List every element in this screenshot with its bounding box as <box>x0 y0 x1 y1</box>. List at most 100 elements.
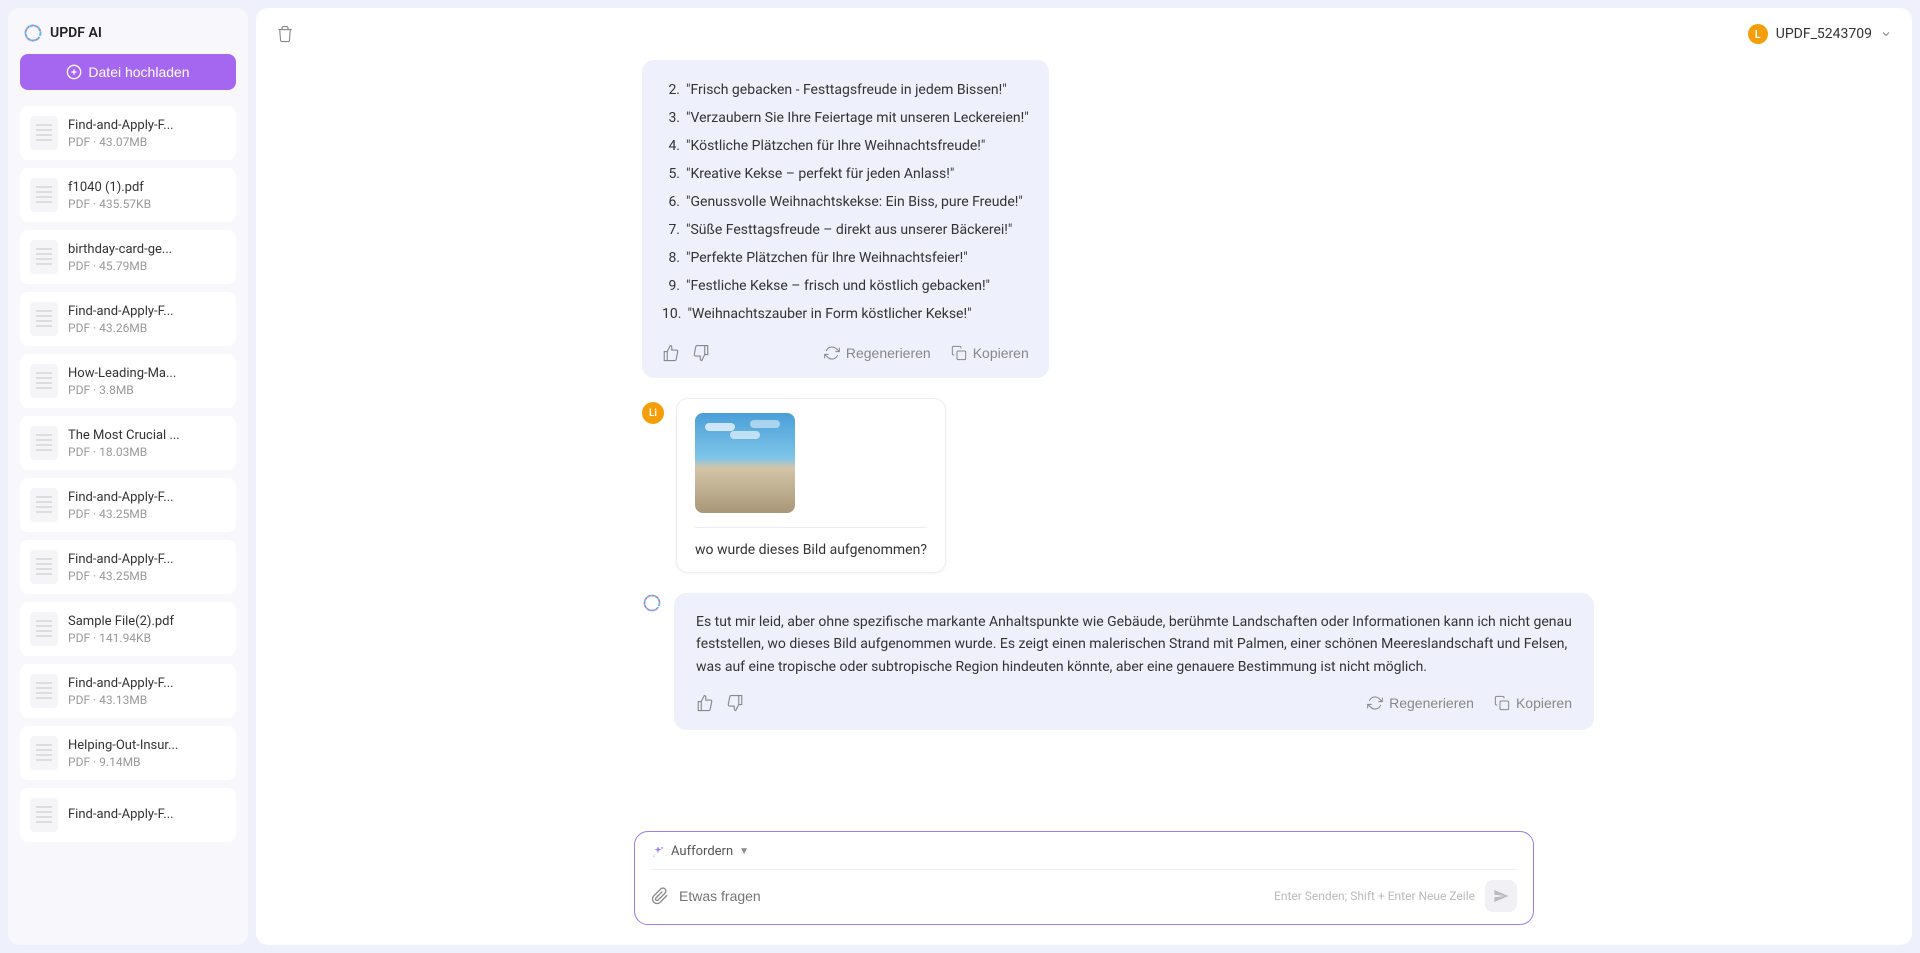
upload-icon <box>66 64 82 80</box>
list-item: 4."Köstliche Plätzchen für Ihre Weihnach… <box>662 132 1029 160</box>
list-item: 7."Süße Festtagsfreude – direkt aus unse… <box>662 216 1029 244</box>
sidebar: UPDF AI Datei hochladen Find-and-Apply-F… <box>8 8 248 945</box>
copy-button[interactable]: Kopieren <box>1494 695 1572 711</box>
thumbs-down-button[interactable] <box>692 344 710 362</box>
copy-icon <box>1494 695 1510 711</box>
upload-button[interactable]: Datei hochladen <box>20 54 236 90</box>
chevron-down-icon <box>1880 28 1892 40</box>
thumbs-down-button[interactable] <box>726 694 744 712</box>
bot-message: 2."Frisch gebacken - Festtagsfreude in j… <box>642 60 1892 378</box>
uploaded-image[interactable] <box>695 413 795 513</box>
copy-icon <box>951 345 967 361</box>
file-name: Find-and-Apply-F... <box>68 807 226 822</box>
regenerate-button[interactable]: Regenerieren <box>1367 695 1474 711</box>
file-item[interactable]: f1040 (1).pdf PDF · 435.57KB <box>20 168 236 222</box>
file-item[interactable]: birthday-card-ge... PDF · 45.79MB <box>20 230 236 284</box>
file-item[interactable]: Find-and-Apply-F... PDF · 43.25MB <box>20 540 236 594</box>
file-item[interactable]: Find-and-Apply-F... PDF · 43.26MB <box>20 292 236 346</box>
file-name: Find-and-Apply-F... <box>68 490 226 505</box>
thumbs-up-button[interactable] <box>696 694 714 712</box>
copy-button[interactable]: Kopieren <box>951 345 1029 361</box>
file-name: Helping-Out-Insur... <box>68 738 226 753</box>
sidebar-title: UPDF AI <box>50 25 102 41</box>
file-item[interactable]: Sample File(2).pdf PDF · 141.94KB <box>20 602 236 656</box>
file-size: PDF · 9.14MB <box>68 755 226 769</box>
regenerate-button[interactable]: Regenerieren <box>824 345 931 361</box>
bot-text: Es tut mir leid, aber ohne spezifische m… <box>696 611 1572 678</box>
pdf-icon <box>30 116 58 150</box>
updf-logo-icon <box>24 24 42 42</box>
pdf-icon <box>30 736 58 770</box>
user-message-avatar: Li <box>642 402 664 424</box>
user-bubble: wo wurde dieses Bild aufgenommen? <box>676 398 946 573</box>
user-avatar: L <box>1748 24 1768 44</box>
file-item[interactable]: Find-and-Apply-F... PDF · 43.07MB <box>20 106 236 160</box>
file-size: PDF · 141.94KB <box>68 631 226 645</box>
list-item: 9."Festliche Kekse – frisch und köstlich… <box>662 272 1029 300</box>
dropdown-icon: ▼ <box>739 846 749 857</box>
pdf-icon <box>30 426 58 460</box>
file-size: PDF · 43.25MB <box>68 507 226 521</box>
pdf-icon <box>30 302 58 336</box>
divider <box>695 527 927 528</box>
prompt-selector[interactable]: Auffordern ▼ <box>651 844 1517 870</box>
file-item[interactable]: How-Leading-Ma... PDF · 3.8MB <box>20 354 236 408</box>
upload-label: Datei hochladen <box>88 64 189 80</box>
list-item: 6."Genussvolle Weihnachtskekse: Ein Biss… <box>662 188 1029 216</box>
file-name: Find-and-Apply-F... <box>68 304 226 319</box>
input-area: Auffordern ▼ Enter Senden; Shift + Enter… <box>256 831 1912 945</box>
thumbs-down-icon <box>726 694 744 712</box>
send-icon <box>1493 888 1509 904</box>
trash-icon[interactable] <box>276 25 294 43</box>
message-actions: Regenerieren Kopieren <box>696 694 1572 712</box>
list-item: 5."Kreative Kekse – perfekt für jeden An… <box>662 160 1029 188</box>
file-item[interactable]: Find-and-Apply-F... PDF · 43.25MB <box>20 478 236 532</box>
message-input[interactable] <box>679 888 1264 904</box>
file-name: Sample File(2).pdf <box>68 614 226 629</box>
regenerate-icon <box>824 345 840 361</box>
file-name: birthday-card-ge... <box>68 242 226 257</box>
file-size: PDF · 435.57KB <box>68 197 226 211</box>
send-button[interactable] <box>1485 880 1517 912</box>
pdf-icon <box>30 178 58 212</box>
username: UPDF_5243709 <box>1776 26 1872 42</box>
chat-area: 2."Frisch gebacken - Festtagsfreude in j… <box>256 60 1912 831</box>
file-size: PDF · 3.8MB <box>68 383 226 397</box>
message-actions: Regenerieren Kopieren <box>662 344 1029 362</box>
thumbs-up-button[interactable] <box>662 344 680 362</box>
thumbs-up-icon <box>696 694 714 712</box>
bot-avatar-icon <box>642 593 662 613</box>
list-item: 8."Perfekte Plätzchen für Ihre Weihnacht… <box>662 244 1029 272</box>
user-menu[interactable]: L UPDF_5243709 <box>1748 24 1892 44</box>
bot-message: Es tut mir leid, aber ohne spezifische m… <box>642 593 1892 730</box>
file-list: Find-and-Apply-F... PDF · 43.07MB f1040 … <box>20 98 236 933</box>
pdf-icon <box>30 674 58 708</box>
file-name: The Most Crucial ... <box>68 428 226 443</box>
input-hint: Enter Senden; Shift + Enter Neue Zeile <box>1274 889 1475 903</box>
file-item[interactable]: Find-and-Apply-F... <box>20 788 236 842</box>
file-item[interactable]: The Most Crucial ... PDF · 18.03MB <box>20 416 236 470</box>
thumbs-down-icon <box>692 344 710 362</box>
file-name: Find-and-Apply-F... <box>68 552 226 567</box>
main-panel: L UPDF_5243709 2."Frisch gebacken - Fest… <box>256 8 1912 945</box>
attach-icon[interactable] <box>651 887 669 905</box>
list-item: 10."Weihnachtszauber in Form köstlicher … <box>662 300 1029 328</box>
file-item[interactable]: Find-and-Apply-F... PDF · 43.13MB <box>20 664 236 718</box>
file-size: PDF · 43.25MB <box>68 569 226 583</box>
user-text: wo wurde dieses Bild aufgenommen? <box>695 542 927 558</box>
pdf-icon <box>30 488 58 522</box>
pdf-icon <box>30 550 58 584</box>
list-item: 3."Verzaubern Sie Ihre Feiertage mit uns… <box>662 104 1029 132</box>
file-size: PDF · 43.13MB <box>68 693 226 707</box>
bot-bubble: 2."Frisch gebacken - Festtagsfreude in j… <box>642 60 1049 378</box>
prompt-label: Auffordern <box>671 844 733 859</box>
file-item[interactable]: Helping-Out-Insur... PDF · 9.14MB <box>20 726 236 780</box>
bot-bubble: Es tut mir leid, aber ohne spezifische m… <box>674 593 1594 730</box>
regenerate-icon <box>1367 695 1383 711</box>
pdf-icon <box>30 612 58 646</box>
file-size: PDF · 43.07MB <box>68 135 226 149</box>
file-name: Find-and-Apply-F... <box>68 676 226 691</box>
sparkle-icon <box>651 845 665 859</box>
sidebar-header: UPDF AI <box>20 20 236 46</box>
file-size: PDF · 45.79MB <box>68 259 226 273</box>
